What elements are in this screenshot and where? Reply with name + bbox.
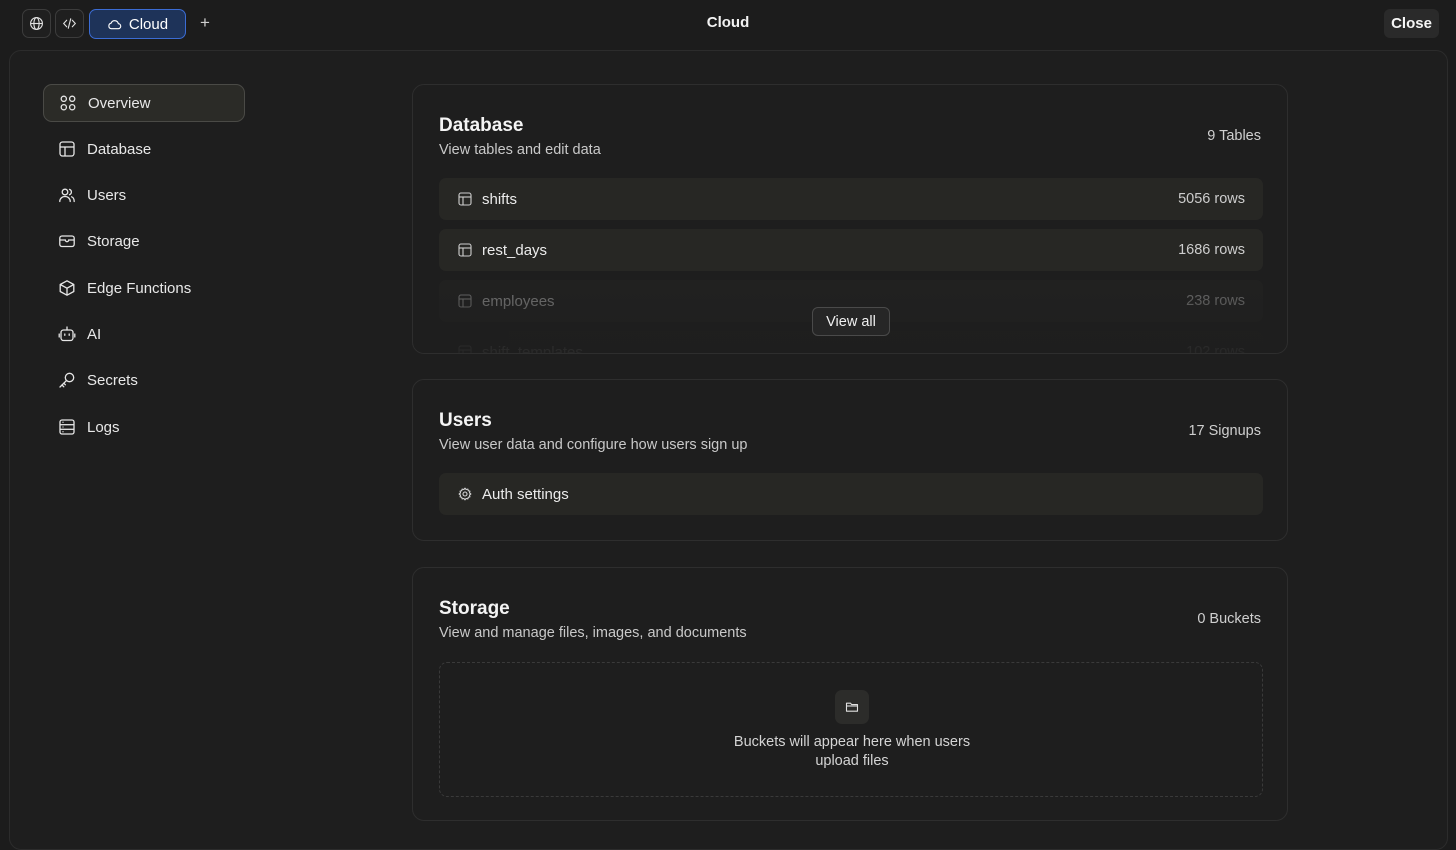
sidebar-item-label: AI	[87, 325, 102, 343]
storage-subtitle: View and manage files, images, and docum…	[439, 625, 747, 641]
database-subtitle: View tables and edit data	[439, 142, 601, 158]
table-row-count: 1686 rows	[1178, 242, 1245, 258]
table-count: 9 Tables	[1207, 128, 1261, 144]
signup-count: 17 Signups	[1188, 423, 1261, 439]
table-icon	[458, 243, 472, 257]
table-row-count: 5056 rows	[1178, 191, 1245, 207]
empty-message-line: upload files	[815, 753, 889, 769]
sidebar-item-label: Edge Functions	[87, 279, 192, 297]
sidebar-item-label: Secrets	[87, 371, 138, 389]
users-subtitle: View user data and configure how users s…	[439, 437, 748, 453]
storage-title: Storage	[439, 598, 510, 619]
table-row-count: 238 rows	[1186, 293, 1245, 309]
grid-icon	[60, 95, 76, 111]
close-button[interactable]: Close	[1384, 9, 1439, 38]
auth-settings-row[interactable]: Auth settings	[439, 473, 1263, 515]
database-title: Database	[439, 115, 524, 136]
view-all-button[interactable]: View all	[812, 307, 890, 336]
empty-buckets-state: Buckets will appear here when users uplo…	[439, 662, 1263, 797]
table-icon	[59, 141, 75, 157]
folder-icon	[845, 702, 859, 712]
top-bar: Cloud + Cloud Close	[0, 0, 1456, 48]
sidebar-item-label: Database	[87, 140, 152, 158]
cube-icon	[59, 280, 75, 296]
sidebar-item-overview[interactable]: Overview	[43, 84, 245, 122]
sidebar-item-label: Logs	[87, 418, 120, 436]
sidebar-item-label: Overview	[88, 94, 151, 112]
table-row[interactable]: rest_days 1686 rows	[439, 229, 1263, 271]
sidebar-item-logs[interactable]: Logs	[43, 408, 245, 446]
table-icon	[458, 294, 472, 308]
gear-icon	[458, 487, 472, 501]
robot-icon	[58, 326, 76, 342]
sidebar-item-edge-functions[interactable]: Edge Functions	[43, 269, 245, 307]
sidebar-item-storage[interactable]: Storage	[43, 222, 245, 260]
table-name: shift_templates	[482, 343, 583, 354]
wallet-icon	[59, 235, 75, 248]
sidebar-item-database[interactable]: Database	[43, 130, 245, 168]
sidebar-item-label: Users	[87, 186, 127, 204]
sidebar-item-ai[interactable]: AI	[43, 315, 245, 353]
database-card: Database View tables and edit data 9 Tab…	[412, 84, 1288, 354]
empty-message: Buckets will appear here when users uplo…	[702, 733, 1002, 771]
sidebar-item-label: Storage	[87, 232, 140, 250]
users-icon	[59, 188, 75, 203]
sidebar-item-users[interactable]: Users	[43, 176, 245, 214]
auth-settings-label: Auth settings	[482, 485, 569, 503]
page-title: Cloud	[706, 14, 750, 31]
key-icon	[59, 372, 75, 388]
bucket-count: 0 Buckets	[1197, 611, 1261, 627]
users-title: Users	[439, 410, 492, 431]
empty-message-line: Buckets will appear here when users	[733, 734, 971, 750]
table-name: shifts	[482, 190, 518, 208]
storage-card: Storage View and manage files, images, a…	[412, 567, 1288, 821]
table-icon	[458, 345, 472, 353]
table-row[interactable]: shifts 5056 rows	[439, 178, 1263, 220]
table-name: rest_days	[482, 241, 548, 259]
table-icon	[458, 192, 472, 206]
sidebar-item-secrets[interactable]: Secrets	[43, 361, 245, 399]
logs-icon	[59, 419, 75, 435]
folder-icon-badge	[835, 690, 869, 724]
users-card: Users View user data and configure how u…	[412, 379, 1288, 541]
table-row-count: 102 rows	[1186, 344, 1245, 354]
